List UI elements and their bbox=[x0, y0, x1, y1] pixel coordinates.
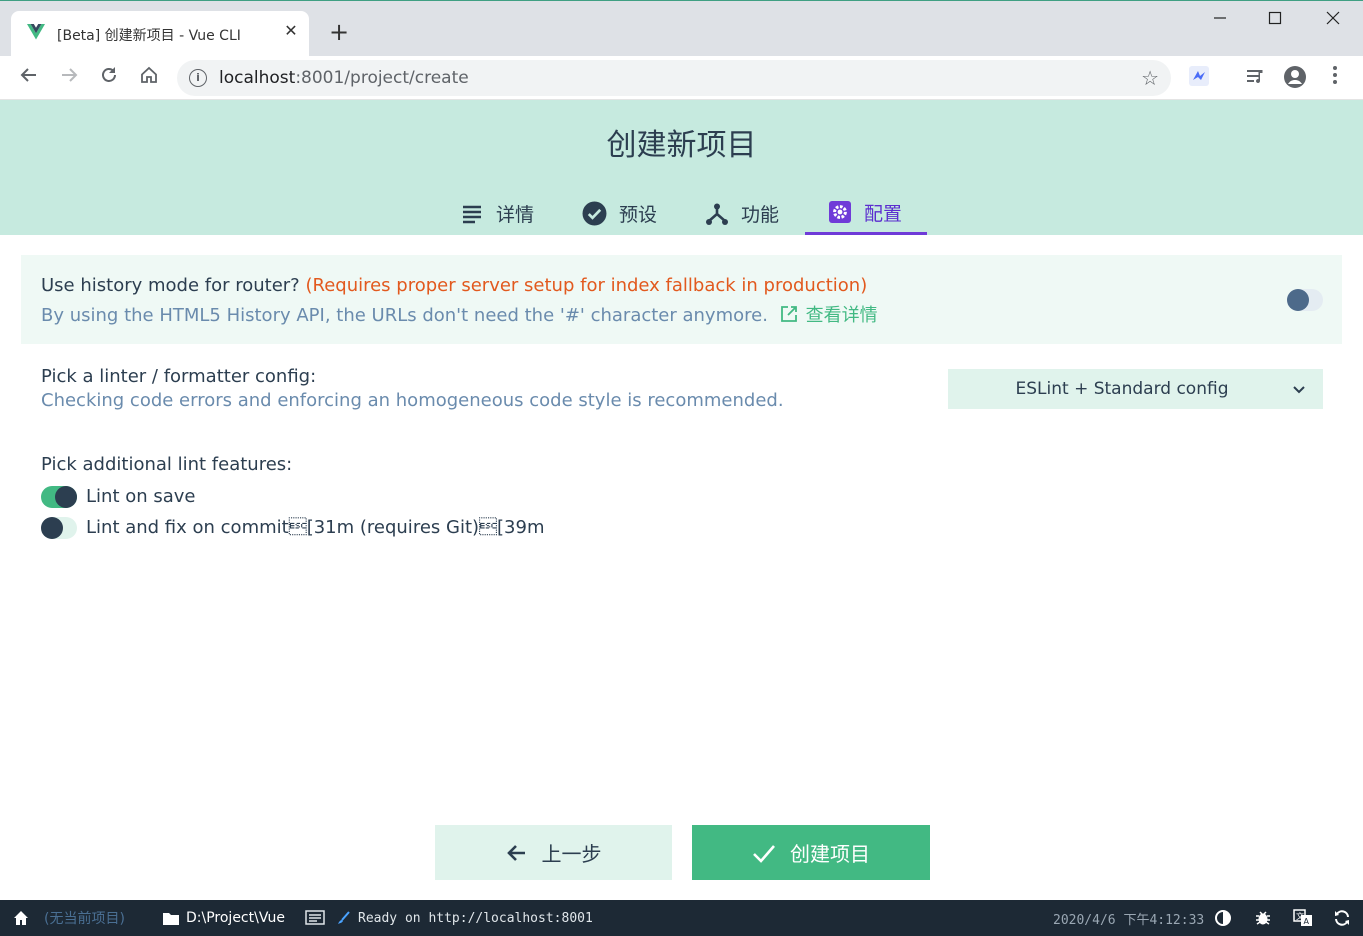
profile-avatar-icon[interactable] bbox=[1282, 65, 1308, 91]
toggle-knob bbox=[55, 486, 77, 508]
bug-icon bbox=[1256, 911, 1270, 925]
log-message: Ready on http://localhost:8001 bbox=[337, 900, 593, 936]
tab-title: [Beta] 创建新项目 - Vue CLI bbox=[57, 28, 241, 44]
tab-label: 配置 bbox=[864, 202, 903, 225]
chevron-down-icon bbox=[1293, 386, 1305, 394]
lint-fix-on-commit-toggle[interactable] bbox=[41, 517, 77, 539]
language-button[interactable]: 文A bbox=[1293, 900, 1313, 936]
new-tab-button[interactable]: + bbox=[327, 20, 351, 45]
linter-select-value: ESLint + Standard config bbox=[1015, 379, 1229, 399]
lint-on-save-toggle[interactable] bbox=[41, 486, 77, 508]
list-icon bbox=[460, 202, 484, 226]
check-circle-icon bbox=[582, 201, 607, 226]
router-history-description: By using the HTML5 History API, the URLs… bbox=[41, 301, 878, 327]
tab-config[interactable]: 配置 bbox=[805, 192, 927, 235]
reload-icon[interactable] bbox=[96, 65, 122, 91]
checkmark-icon bbox=[752, 842, 776, 864]
router-history-title: Use history mode for router? (Requires p… bbox=[41, 275, 867, 296]
url-host: localhost bbox=[219, 68, 296, 88]
tab-features[interactable]: 功能 bbox=[705, 192, 779, 235]
console-log-button[interactable] bbox=[305, 900, 325, 936]
vue-logo-icon bbox=[27, 24, 45, 40]
lint-features-title: Pick additional lint features: bbox=[41, 454, 293, 475]
current-project[interactable]: (无当前项目) bbox=[44, 900, 125, 936]
external-link-icon bbox=[780, 306, 797, 322]
router-history-description-text: By using the HTML5 History API, the URLs… bbox=[41, 305, 768, 326]
close-window-icon[interactable] bbox=[1321, 9, 1345, 31]
current-folder-path: D:\Project\Vue bbox=[186, 910, 285, 926]
home-icon[interactable] bbox=[136, 65, 162, 91]
tab-close-icon[interactable]: ✕ bbox=[281, 21, 301, 41]
tab-details[interactable]: 详情 bbox=[460, 192, 534, 235]
folder-icon bbox=[163, 912, 179, 925]
create-project-label: 创建项目 bbox=[790, 842, 870, 866]
page-title: 创建新项目 bbox=[606, 128, 757, 163]
browser-toolbar: i localhost:8001/project/create ☆ bbox=[0, 56, 1363, 100]
console-icon bbox=[305, 910, 325, 925]
refresh-button[interactable] bbox=[1333, 900, 1351, 936]
extension-icon[interactable] bbox=[1186, 65, 1212, 91]
lint-feature-label: Lint and fix on commit[31m (requires Gi… bbox=[86, 517, 545, 538]
browser-titlebar: [Beta] 创建新项目 - Vue CLI ✕ + bbox=[0, 0, 1363, 57]
current-folder[interactable]: D:\Project\Vue bbox=[162, 900, 285, 936]
lint-feature-label: Lint on save bbox=[86, 486, 196, 507]
translate-icon: 文A bbox=[1293, 909, 1312, 926]
create-project-button[interactable]: 创建项目 bbox=[692, 825, 930, 880]
brush-icon bbox=[338, 911, 350, 924]
maximize-icon[interactable] bbox=[1263, 9, 1287, 31]
page-header: 创建新项目 详情 预设 功能 配置 bbox=[0, 100, 1363, 235]
router-history-toggle[interactable] bbox=[1287, 289, 1323, 311]
svg-text:A: A bbox=[1304, 917, 1310, 926]
url-text[interactable]: localhost:8001/project/create bbox=[219, 68, 469, 88]
router-history-setting: Use history mode for router? (Requires p… bbox=[21, 255, 1342, 344]
settings-icon bbox=[828, 200, 852, 224]
linter-title: Pick a linter / formatter config: bbox=[41, 366, 317, 387]
toggle-knob bbox=[1287, 289, 1309, 311]
tab-label: 详情 bbox=[496, 204, 535, 226]
linter-select[interactable]: ESLint + Standard config bbox=[948, 369, 1323, 409]
bug-report-button[interactable] bbox=[1254, 900, 1272, 936]
home-icon bbox=[14, 911, 28, 925]
dark-mode-toggle[interactable] bbox=[1214, 900, 1232, 936]
media-queue-icon[interactable] bbox=[1242, 65, 1268, 91]
url-path: :8001/project/create bbox=[295, 68, 469, 88]
browser-tab[interactable]: [Beta] 创建新项目 - Vue CLI ✕ bbox=[11, 11, 309, 57]
info-icon[interactable]: i bbox=[189, 69, 207, 87]
browser-menu-icon[interactable] bbox=[1322, 65, 1348, 91]
arrow-left-icon bbox=[506, 842, 528, 864]
tab-label: 功能 bbox=[741, 204, 780, 226]
clock: 2020/4/6 下午4:12:33 bbox=[1053, 912, 1205, 928]
more-info-link[interactable]: 查看详情 bbox=[780, 305, 878, 326]
bookmark-star-icon[interactable]: ☆ bbox=[1141, 66, 1159, 90]
more-info-label: 查看详情 bbox=[805, 305, 878, 326]
minimize-icon[interactable] bbox=[1208, 9, 1232, 31]
back-icon[interactable] bbox=[16, 65, 42, 91]
tab-presets[interactable]: 预设 bbox=[582, 192, 657, 235]
router-history-question: Use history mode for router? bbox=[41, 275, 300, 296]
contrast-icon bbox=[1215, 910, 1231, 926]
refresh-icon bbox=[1335, 910, 1349, 926]
linter-description: Checking code errors and enforcing an ho… bbox=[41, 390, 784, 411]
tab-label: 预设 bbox=[619, 204, 658, 226]
toggle-knob bbox=[41, 517, 63, 539]
forward-icon[interactable] bbox=[56, 65, 82, 91]
home-button[interactable] bbox=[12, 900, 30, 936]
fork-icon bbox=[705, 202, 729, 226]
address-bar[interactable]: i localhost:8001/project/create ☆ bbox=[177, 60, 1171, 96]
status-bar: (无当前项目) D:\Project\Vue Ready on http://l… bbox=[0, 900, 1363, 936]
previous-step-label: 上一步 bbox=[541, 842, 602, 866]
previous-step-button[interactable]: 上一步 bbox=[435, 825, 672, 880]
router-history-warning: (Requires proper server setup for index … bbox=[305, 275, 868, 296]
log-text: Ready on http://localhost:8001 bbox=[358, 910, 593, 926]
